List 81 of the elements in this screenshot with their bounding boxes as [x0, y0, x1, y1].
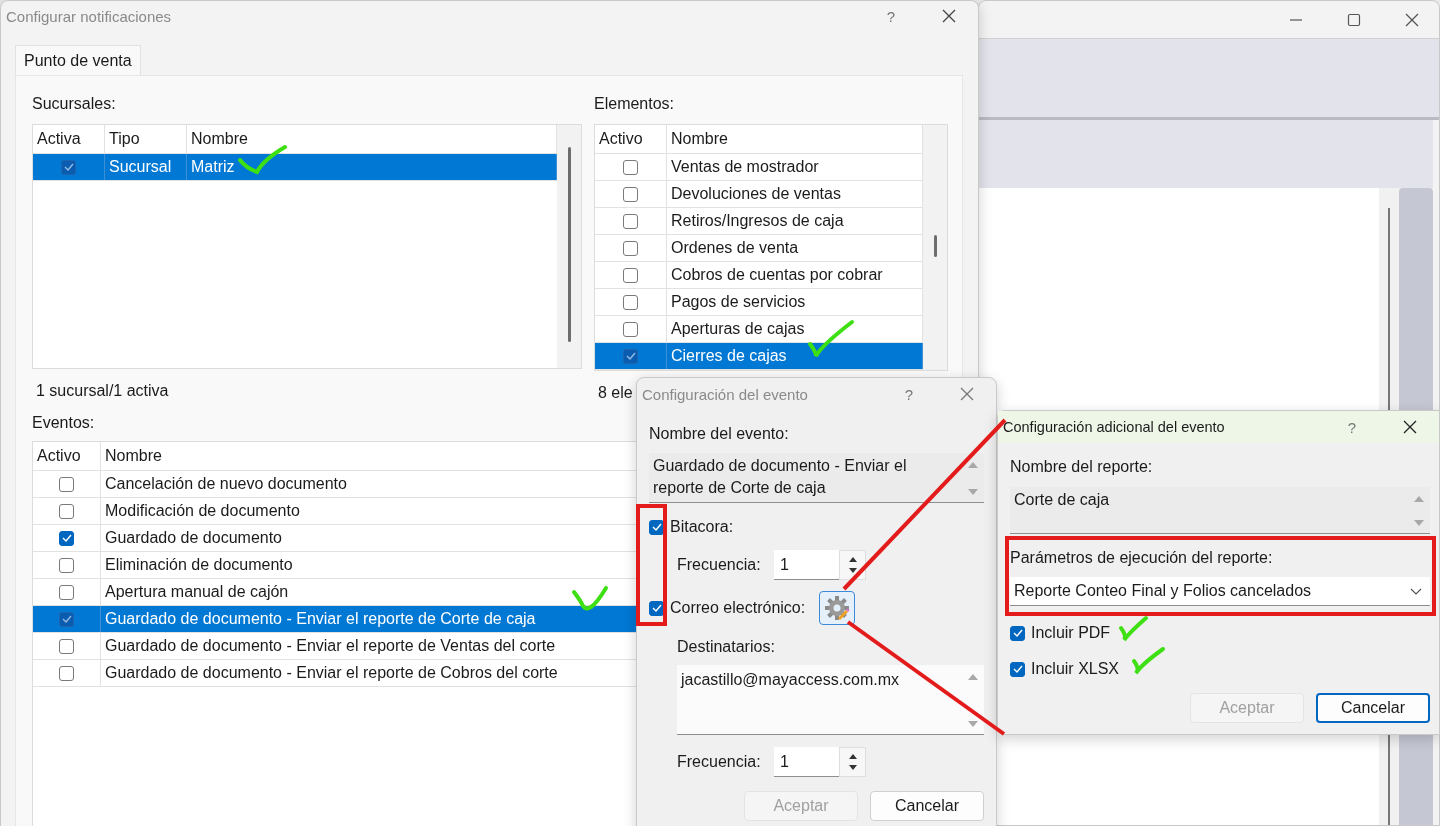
table-row[interactable]: Sucursal Matriz — [33, 154, 557, 181]
summary-text: 8 ele — [598, 383, 633, 403]
checkbox[interactable] — [623, 159, 638, 175]
minimize-icon — [1289, 18, 1303, 21]
spin-up-icon — [848, 557, 857, 562]
help-button[interactable]: ? — [862, 7, 920, 25]
section-label: Sucursales: — [32, 94, 117, 114]
checkbox[interactable] — [623, 240, 638, 256]
check-annotation — [1132, 647, 1165, 675]
scrollbar-thumb[interactable] — [933, 235, 937, 257]
help-button[interactable]: ? — [880, 385, 938, 403]
table-row[interactable]: Ordenes de venta — [595, 235, 923, 262]
table-row[interactable]: Cobros de cuentas por cobrar — [595, 262, 923, 289]
checkbox[interactable] — [59, 557, 74, 573]
check-annotation — [1119, 616, 1148, 642]
checkbox[interactable] — [59, 611, 74, 627]
check-annotation — [572, 586, 608, 611]
checkbox[interactable] — [59, 503, 74, 519]
checkbox[interactable] — [59, 665, 74, 681]
spin-down-icon — [848, 765, 857, 770]
spin-up-icon — [848, 754, 857, 759]
column-header[interactable]: Activo — [33, 442, 101, 470]
window-title: Configuración adicional del evento — [1003, 419, 1226, 435]
cancel-button[interactable]: Cancelar — [870, 791, 984, 821]
chevron-down-icon — [1410, 587, 1422, 595]
spinner-control[interactable] — [839, 747, 866, 777]
checkbox[interactable] — [59, 584, 74, 600]
gear-pencil-icon — [824, 595, 851, 621]
window-title: Configurar notificaciones — [6, 7, 173, 25]
field-label: Frecuencia: — [677, 556, 762, 574]
tab[interactable]: Punto de venta — [15, 45, 141, 75]
table-row[interactable]: Retiros/Ingresos de caja — [595, 208, 923, 235]
checkbox-label: Incluir PDF — [1031, 624, 1111, 642]
close-icon — [960, 387, 974, 401]
checkbox[interactable] — [59, 530, 74, 546]
table-row[interactable]: Ventas de mostrador — [595, 154, 923, 181]
checkbox[interactable] — [59, 476, 74, 492]
check-annotation — [808, 320, 854, 358]
close-icon — [1403, 420, 1417, 434]
section-label: Elementos: — [594, 94, 676, 114]
checkbox[interactable] — [623, 321, 638, 337]
checkbox[interactable] — [623, 348, 638, 364]
window-title: Configuración del evento — [642, 385, 809, 403]
checkbox[interactable] — [1010, 625, 1025, 641]
field-label: Nombre del reporte: — [1010, 457, 1154, 477]
table-row[interactable]: Devoluciones de ventas — [595, 181, 923, 208]
scroll-down-icon[interactable] — [967, 720, 979, 728]
checkbox[interactable] — [623, 213, 638, 229]
checkbox[interactable] — [1010, 661, 1025, 677]
checkbox-label: Incluir XLSX — [1031, 660, 1120, 678]
checkbox[interactable] — [59, 638, 74, 654]
close-icon — [942, 9, 956, 23]
summary-text: 1 sucursal/1 activa — [36, 381, 169, 401]
help-button[interactable]: ? — [1323, 418, 1381, 436]
checkbox[interactable] — [623, 186, 638, 202]
frequency-field[interactable]: 1 — [774, 747, 839, 777]
column-header[interactable]: Activa — [33, 125, 105, 153]
spin-down-icon — [848, 568, 857, 573]
recipients-field[interactable]: jacastillo@mayaccess.com.mx — [677, 665, 984, 735]
frequency-field[interactable]: 1 — [774, 550, 839, 580]
cancel-button[interactable]: Cancelar — [1316, 693, 1430, 723]
field-label: Frecuencia: — [677, 753, 762, 771]
table-row[interactable]: Pagos de servicios — [595, 289, 923, 316]
column-header[interactable]: Tipo — [105, 125, 187, 153]
table-row[interactable]: Cierres de cajas — [595, 343, 923, 370]
checkbox[interactable] — [61, 159, 76, 175]
close-button[interactable] — [1405, 12, 1419, 27]
settings-button[interactable] — [819, 591, 856, 625]
table-cell: Sucursal — [105, 154, 187, 180]
field-label: Parámetros de ejecución del reporte: — [1010, 548, 1274, 568]
checkbox[interactable] — [623, 294, 638, 310]
maximize-button[interactable] — [1347, 12, 1361, 27]
checkbox[interactable] — [623, 267, 638, 283]
scroll-up-icon[interactable] — [967, 673, 979, 681]
report-parameters-dropdown[interactable]: Reporte Conteo Final y Folios cancelados — [1010, 577, 1430, 606]
scrollbar-thumb[interactable] — [567, 147, 571, 342]
field-label: Nombre del evento: — [649, 424, 790, 444]
field-label: Destinatarios: — [677, 637, 776, 657]
spinner-control[interactable] — [839, 550, 866, 580]
check-annotation — [238, 145, 287, 174]
column-header[interactable]: Activo — [595, 125, 667, 153]
